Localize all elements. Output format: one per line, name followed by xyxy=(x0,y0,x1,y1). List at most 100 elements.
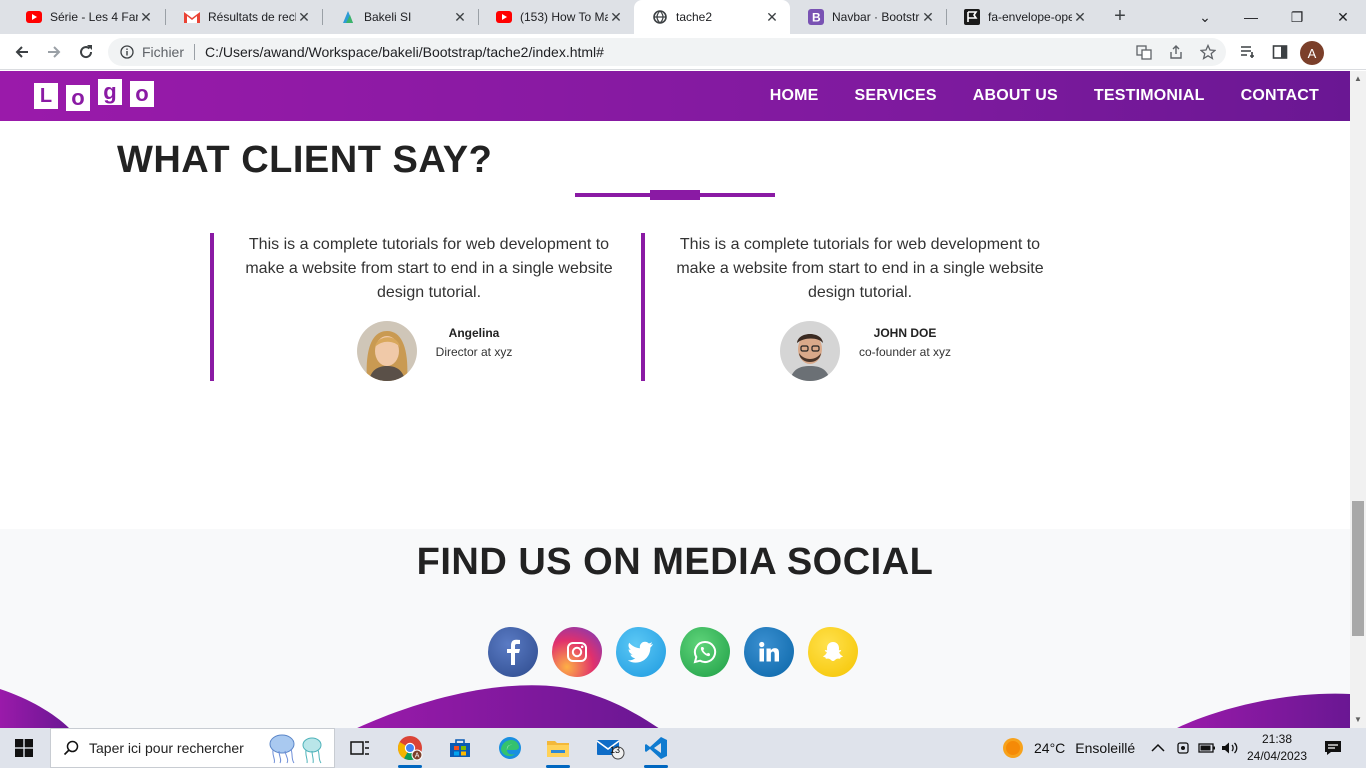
side-panel-icon[interactable] xyxy=(1270,42,1290,62)
logo-letter: o xyxy=(130,81,154,107)
media-queue-icon[interactable] xyxy=(1238,42,1258,62)
meet-now-icon[interactable] xyxy=(1176,728,1190,768)
tab-gmail[interactable]: Résultats de rech ✕ xyxy=(166,0,322,34)
tab-title: tache2 xyxy=(676,10,713,24)
testimonial-name: JOHN DOE xyxy=(873,326,937,340)
scroll-down-icon[interactable]: ▼ xyxy=(1350,712,1366,728)
weather-condition: Ensoleillé xyxy=(1075,740,1136,756)
close-icon[interactable]: ✕ xyxy=(1072,9,1088,26)
mail-icon[interactable]: 13 xyxy=(590,732,630,764)
battery-icon[interactable] xyxy=(1198,728,1216,768)
tab-title: Bakeli SI xyxy=(364,10,412,24)
nav-home[interactable]: HOME xyxy=(770,87,819,105)
testimonial-card: This is a complete tutorials for web dev… xyxy=(210,233,640,381)
vscode-icon[interactable] xyxy=(636,732,676,768)
windows-taskbar: Taper ici pour rechercher A 13 24°C Enso… xyxy=(0,728,1366,768)
site-navbar: L o g o HOME SERVICES ABOUT US TESTIMONI… xyxy=(0,71,1350,121)
share-icon[interactable] xyxy=(1166,42,1186,62)
site-logo[interactable]: L o g o xyxy=(34,79,162,111)
close-icon[interactable]: ✕ xyxy=(452,9,468,26)
bookmark-star-icon[interactable] xyxy=(1198,42,1218,62)
tab-search-chevron-down-icon[interactable]: ⌄ xyxy=(1182,0,1228,34)
chrome-icon[interactable]: A xyxy=(390,732,430,768)
task-view-icon[interactable] xyxy=(340,732,380,764)
profile-avatar[interactable]: A xyxy=(1300,41,1324,65)
nav-services[interactable]: SERVICES xyxy=(855,87,937,105)
close-icon[interactable]: ✕ xyxy=(920,9,936,26)
tab-title: (153) How To Ma xyxy=(520,10,608,24)
arrow-left-icon xyxy=(15,46,28,58)
social-heading: FIND US ON MEDIA SOCIAL xyxy=(416,541,934,583)
scroll-up-icon[interactable]: ▲ xyxy=(1350,71,1366,87)
tab-youtube-series[interactable]: Série - Les 4 Fant ✕ xyxy=(8,0,164,34)
translate-icon[interactable] xyxy=(1134,42,1154,62)
show-hidden-icons-chevron-up-icon[interactable] xyxy=(1151,728,1165,768)
microsoft-store-icon[interactable] xyxy=(440,732,480,764)
divider xyxy=(194,44,196,60)
file-explorer-icon[interactable] xyxy=(538,732,578,768)
windows-logo-icon xyxy=(15,739,33,757)
close-icon[interactable]: ✕ xyxy=(296,9,312,26)
volume-icon[interactable] xyxy=(1221,728,1239,768)
sun-icon xyxy=(1002,737,1024,759)
page-scrollbar[interactable]: ▲ ▼ xyxy=(1350,71,1366,728)
heading-underline xyxy=(575,190,775,200)
tab-title: Résultats de rech xyxy=(208,10,296,24)
twitter-icon[interactable] xyxy=(616,627,666,677)
whatsapp-icon[interactable] xyxy=(680,627,730,677)
close-icon[interactable]: ✕ xyxy=(608,9,624,26)
linkedin-icon[interactable] xyxy=(744,627,794,677)
new-tab-button[interactable]: + xyxy=(1108,5,1132,29)
clock-time: 21:38 xyxy=(1261,732,1293,746)
avatar xyxy=(780,321,840,381)
edge-icon[interactable] xyxy=(490,732,530,764)
notifications-icon[interactable] xyxy=(1324,728,1342,768)
youtube-icon xyxy=(496,9,512,25)
svg-text:B: B xyxy=(812,11,821,25)
reload-button[interactable] xyxy=(74,40,98,64)
tab-tache2[interactable]: tache2 ✕ xyxy=(634,0,790,34)
page-viewport: L o g o HOME SERVICES ABOUT US TESTIMONI… xyxy=(0,71,1350,728)
bootstrap-icon: B xyxy=(808,9,824,25)
browser-tab-strip: Série - Les 4 Fant ✕ Résultats de rech ✕… xyxy=(0,0,1366,34)
forward-button[interactable] xyxy=(42,40,66,64)
close-window-button[interactable]: ✕ xyxy=(1320,0,1366,34)
testimonials-heading: WHAT CLIENT SAY? xyxy=(117,139,493,181)
browser-toolbar: Fichier C:/Users/awand/Workspace/bakeli/… xyxy=(0,34,1366,70)
youtube-icon xyxy=(26,9,42,25)
info-icon[interactable] xyxy=(120,45,134,59)
close-icon[interactable]: ✕ xyxy=(764,9,780,26)
flag-icon xyxy=(964,9,980,25)
taskbar-search-box[interactable]: Taper ici pour rechercher xyxy=(50,728,335,768)
gmail-icon xyxy=(184,9,200,25)
tab-bootstrap[interactable]: B Navbar · Bootstra ✕ xyxy=(790,0,946,34)
snapchat-icon[interactable] xyxy=(808,627,858,677)
tab-fa-envelope[interactable]: fa-envelope-ope ✕ xyxy=(946,0,1098,34)
nav-about-us[interactable]: ABOUT US xyxy=(973,87,1058,105)
minimize-button[interactable]: — xyxy=(1228,0,1274,34)
arrow-right-icon xyxy=(48,46,61,58)
tab-bakeli[interactable]: Bakeli SI ✕ xyxy=(322,0,478,34)
facebook-icon[interactable] xyxy=(488,627,538,677)
tab-youtube-howto[interactable]: (153) How To Ma ✕ xyxy=(478,0,634,34)
nav-contact[interactable]: CONTACT xyxy=(1241,87,1319,105)
back-button[interactable] xyxy=(10,40,34,64)
instagram-icon[interactable] xyxy=(552,627,602,677)
close-icon[interactable]: ✕ xyxy=(138,9,154,26)
scrollbar-thumb[interactable] xyxy=(1352,501,1364,636)
jellyfish-search-highlight-icon xyxy=(264,732,330,764)
testimonial-quote: This is a complete tutorials for web dev… xyxy=(676,236,1044,301)
social-icons xyxy=(488,627,872,677)
url-text: C:/Users/awand/Workspace/bakeli/Bootstra… xyxy=(205,44,604,60)
nav-testimonial[interactable]: TESTIMONIAL xyxy=(1094,87,1205,105)
weather-widget[interactable]: 24°C Ensoleillé xyxy=(1002,728,1135,768)
logo-letter: o xyxy=(66,85,90,111)
restore-button[interactable]: ❐ xyxy=(1274,0,1320,34)
mail-badge: 13 xyxy=(610,745,621,755)
taskbar-clock[interactable]: 21:38 24/04/2023 xyxy=(1246,731,1308,765)
address-bar[interactable]: Fichier C:/Users/awand/Workspace/bakeli/… xyxy=(108,38,1226,66)
weather-temperature: 24°C xyxy=(1034,740,1066,756)
avatar xyxy=(357,321,417,381)
start-button[interactable] xyxy=(0,728,48,768)
logo-letter: g xyxy=(98,79,122,105)
